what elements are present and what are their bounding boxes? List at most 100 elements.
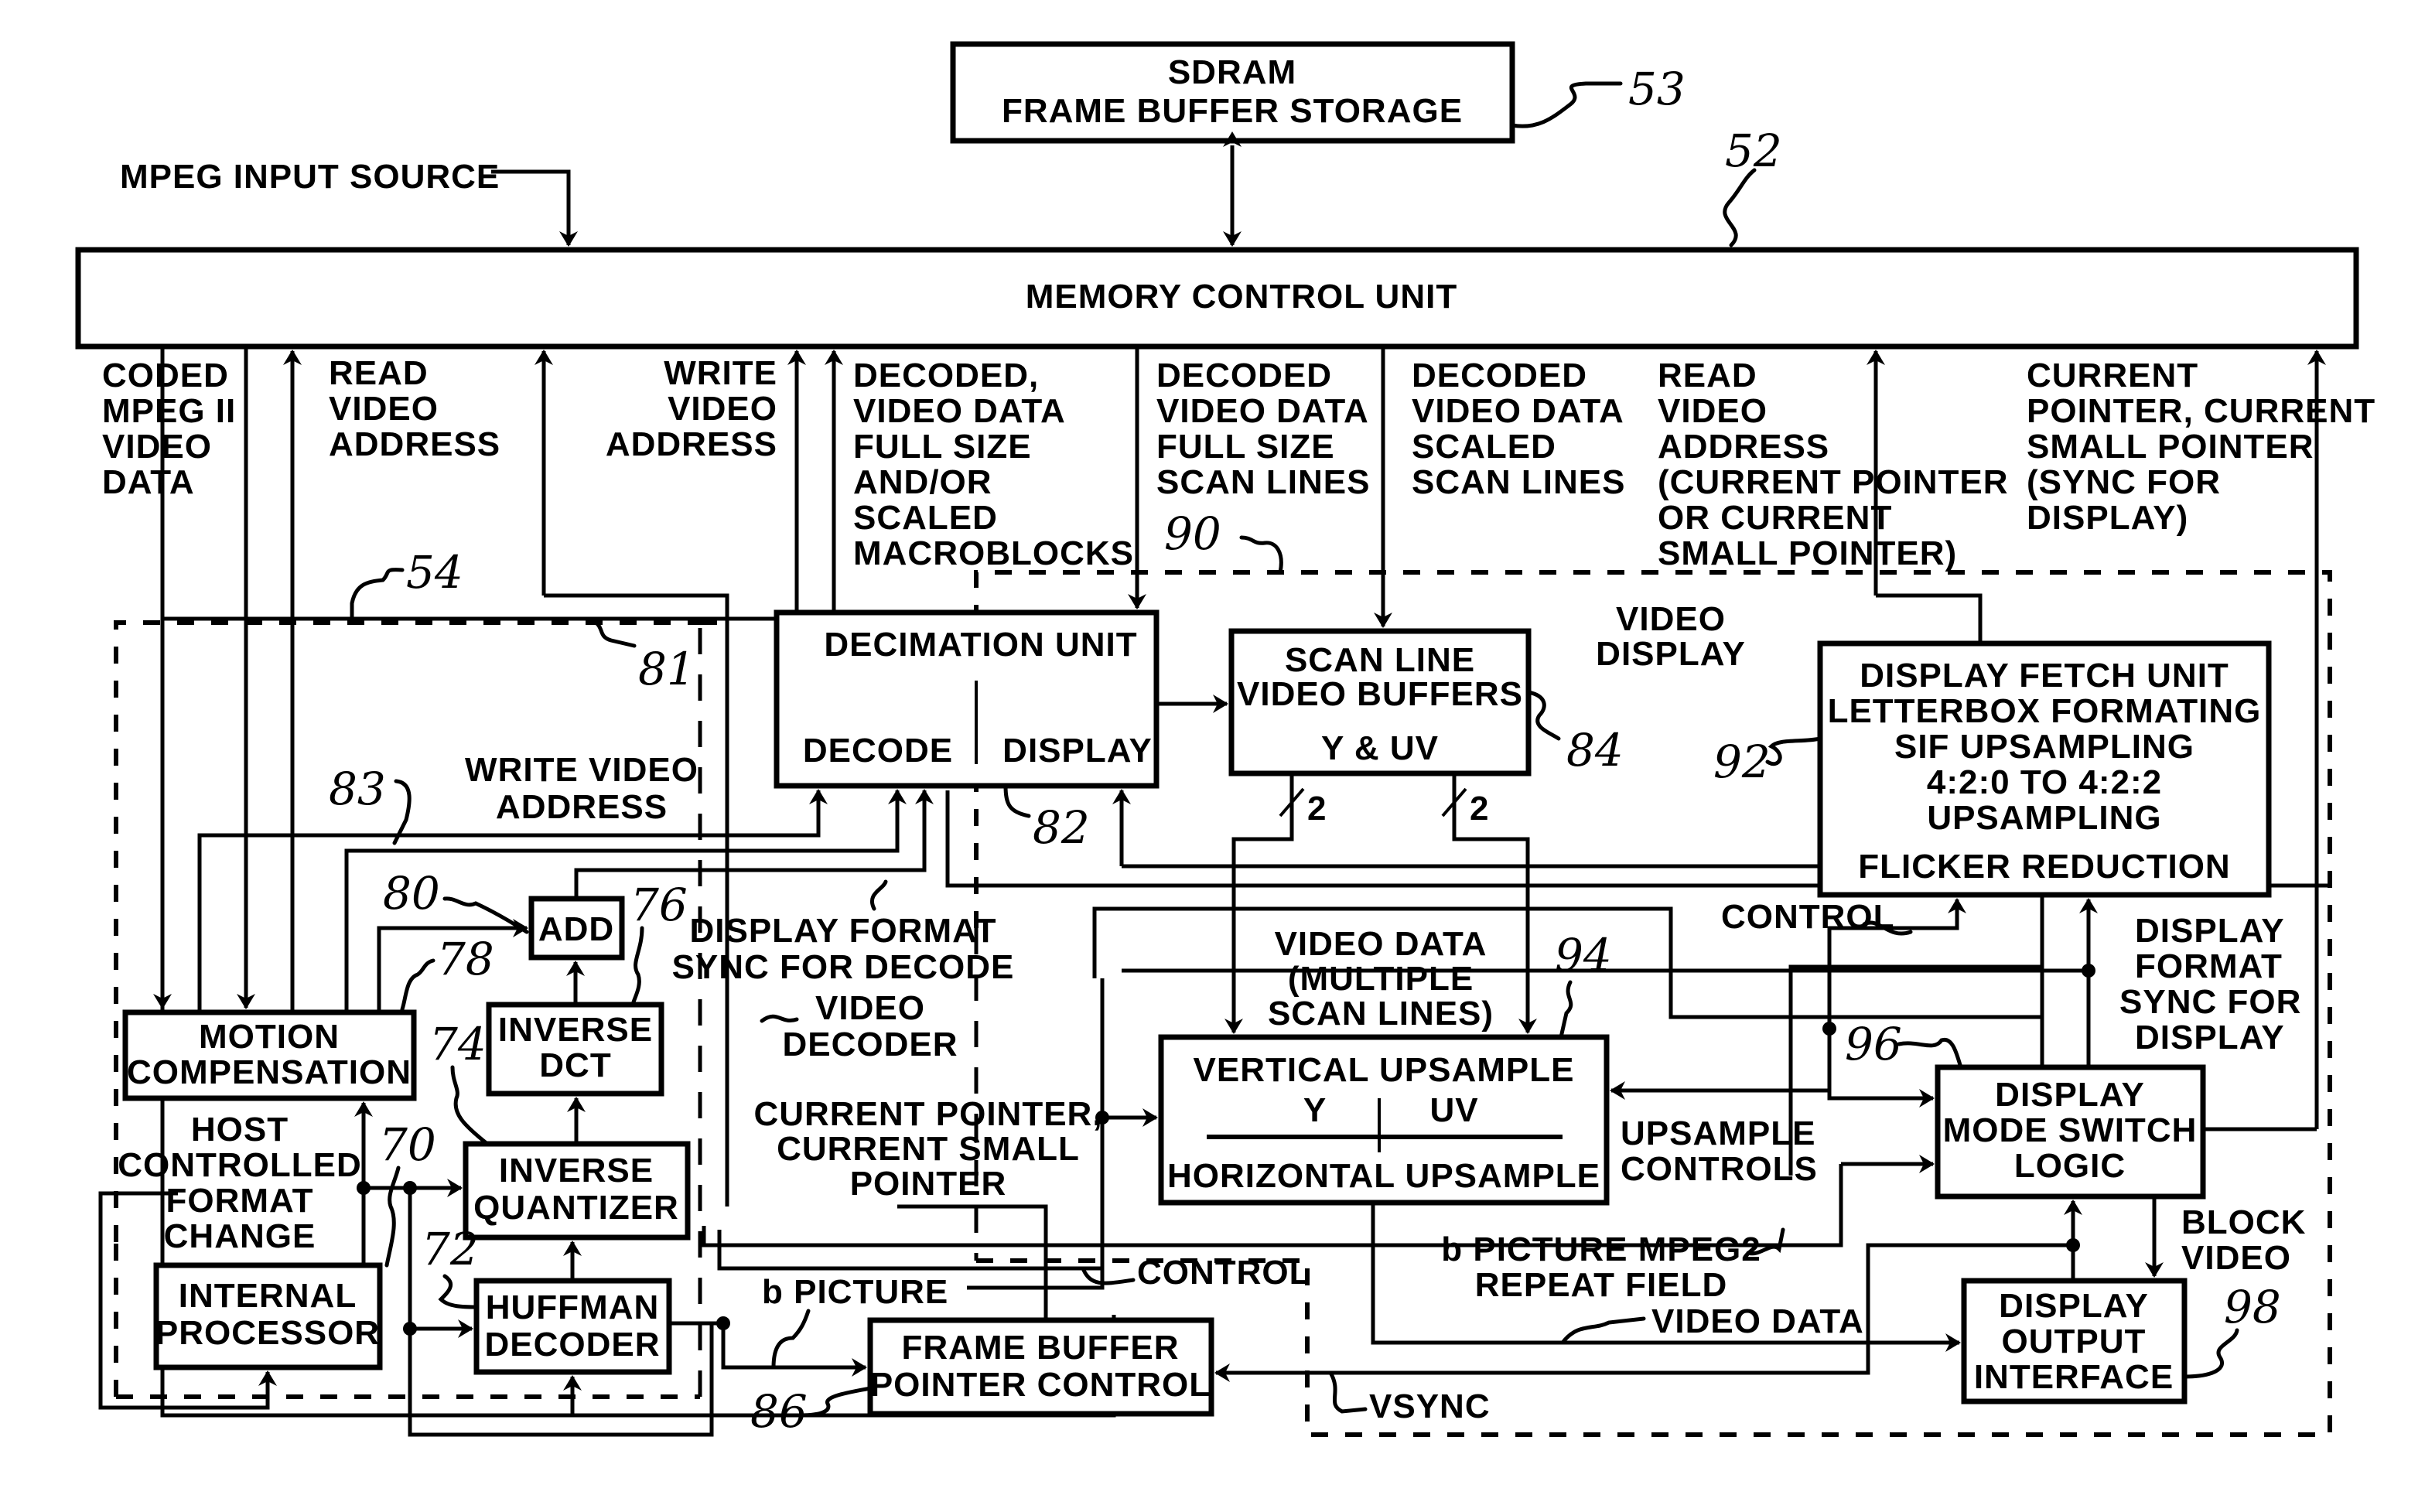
scan-line-buffers-block[interactable]: SCAN LINE VIDEO BUFFERS Y & UV <box>1228 628 1532 776</box>
b-picture-mpeg2-label: b PICTURE MPEG2 REPEAT FIELD <box>1441 1230 1761 1304</box>
display-format-sync-decode-label: DISPLAY FORMAT SYNC FOR DECODE <box>672 912 1015 986</box>
svg-text:ADDRESS: ADDRESS <box>329 425 500 463</box>
add-block[interactable]: ADD <box>528 896 625 961</box>
vsync-leader <box>1328 1370 1368 1414</box>
bus-width-2: 2 <box>1470 790 1489 828</box>
display-fetch-address-wire <box>1876 593 1983 643</box>
mode-label-3: LOGIC <box>2014 1147 2126 1185</box>
mode-label-1: DISPLAY <box>1995 1076 2145 1114</box>
sdram-block[interactable]: SDRAM FRAME BUFFER STORAGE <box>950 41 1515 144</box>
ref-90-leader <box>1239 535 1283 575</box>
coded-mpeg-label: CODED MPEG II VIDEO DATA <box>102 357 235 501</box>
mpeg-input-arrow <box>491 169 578 247</box>
fetch-label-2: LETTERBOX FORMATING <box>1828 692 2262 730</box>
internal-processor-block[interactable]: INTERNAL PROCESSOR <box>153 1262 383 1370</box>
svg-text:VIDEO: VIDEO <box>2181 1239 2291 1277</box>
control-bottom-label: CONTROL <box>1137 1254 1311 1292</box>
current-pointer-small-label: CURRENT POINTER, CURRENT SMALL POINTER <box>753 1095 1102 1203</box>
svg-text:DECODED: DECODED <box>1156 357 1332 394</box>
decoded-macroblocks-label: DECODED, VIDEO DATA FULL SIZE AND/OR SCA… <box>853 357 1134 572</box>
hupsample-title: HORIZONTAL UPSAMPLE <box>1167 1157 1600 1195</box>
fetch-label-3: SIF UPSAMPLING <box>1894 728 2194 766</box>
ip-label-1: INTERNAL <box>179 1277 357 1315</box>
display-format-sync-decode-leader <box>870 879 888 911</box>
ref-74: 74 <box>429 1018 487 1070</box>
svg-text:VIDEO DATA: VIDEO DATA <box>1412 392 1624 430</box>
ref-80: 80 <box>383 867 440 920</box>
svg-text:DISPLAY: DISPLAY <box>1596 635 1746 673</box>
svg-text:b PICTURE MPEG2: b PICTURE MPEG2 <box>1441 1230 1761 1268</box>
fetch-label-6: FLICKER REDUCTION <box>1858 848 2230 886</box>
video-data-leader <box>1560 1316 1646 1345</box>
svg-text:VIDEO: VIDEO <box>102 428 212 466</box>
frame-buffer-pointer-control-block[interactable]: FRAME BUFFER POINTER CONTROL <box>867 1317 1214 1417</box>
ref-53: 53 <box>1628 63 1686 115</box>
control-top-label: CONTROL <box>1721 898 1895 936</box>
fetch-label-1: DISPLAY FETCH UNIT <box>1860 657 2229 695</box>
ref-74-leader <box>450 1065 490 1146</box>
svg-text:SCAN LINES: SCAN LINES <box>1156 463 1370 501</box>
ref-98: 98 <box>2224 1281 2281 1333</box>
inverse-dct-block[interactable]: INVERSE DCT <box>486 1002 664 1097</box>
memory-control-unit-block[interactable]: MEMORY CONTROL UNIT <box>75 247 2359 350</box>
mc-label-1: MOTION <box>199 1018 340 1056</box>
svg-text:DISPLAY: DISPLAY <box>2135 1019 2285 1056</box>
ref-90: 90 <box>1164 507 1221 560</box>
decoded-scaled-scan-label: DECODED VIDEO DATA SCALED SCAN LINES <box>1412 357 1625 501</box>
ref-94: 94 <box>1555 929 1612 981</box>
video-data-multiple-label: VIDEO DATA (MULTIPLE SCAN LINES) <box>1268 925 1493 1032</box>
iq-label-1: INVERSE <box>499 1152 654 1189</box>
decimation-title: DECIMATION UNIT <box>824 626 1137 664</box>
ref-92-leader <box>1765 736 1822 766</box>
svg-text:HOST: HOST <box>191 1111 289 1149</box>
memory-control-label: MEMORY CONTROL UNIT <box>1026 278 1457 316</box>
svg-text:SCALED: SCALED <box>1412 428 1556 466</box>
ref-52: 52 <box>1725 125 1782 177</box>
sdram-label-2: FRAME BUFFER STORAGE <box>1002 92 1463 130</box>
svg-text:MACROBLOCKS: MACROBLOCKS <box>853 534 1134 572</box>
svg-text:WRITE VIDEO: WRITE VIDEO <box>465 751 698 789</box>
fbpc-label-2: POINTER CONTROL <box>870 1366 1211 1404</box>
ref-84-leader <box>1526 690 1561 741</box>
decimation-unit-block[interactable]: DECIMATION UNIT DECODE DISPLAY <box>774 609 1160 789</box>
video-display-label: VIDEO DISPLAY <box>1596 600 1746 673</box>
svg-text:SYNC FOR DECODE: SYNC FOR DECODE <box>672 948 1015 986</box>
vertical-upsample-block[interactable]: VERTICAL UPSAMPLE Y UV HORIZONTAL UPSAMP… <box>1158 1034 1610 1206</box>
ref-94-leader <box>1559 980 1573 1039</box>
scanbuf-label-3: Y & UV <box>1321 729 1439 767</box>
svg-text:BLOCK: BLOCK <box>2181 1203 2306 1241</box>
display-fetch-unit-block[interactable]: DISPLAY FETCH UNIT LETTERBOX FORMATING S… <box>1817 640 2272 898</box>
svg-text:SCAN LINES: SCAN LINES <box>1412 463 1625 501</box>
svg-text:DECODER: DECODER <box>782 1026 958 1063</box>
inverse-quantizer-block[interactable]: INVERSE QUANTIZER <box>463 1141 691 1241</box>
svg-text:VIDEO: VIDEO <box>1616 600 1726 638</box>
upsample-control-wire <box>1610 1081 1832 1100</box>
write-video-address-top-label: WRITE VIDEO ADDRESS <box>606 354 777 463</box>
video-decoder-leader <box>760 1014 799 1023</box>
svg-text:VIDEO: VIDEO <box>668 390 777 428</box>
ref-86-leader <box>798 1386 873 1418</box>
svg-text:WRITE: WRITE <box>664 354 777 392</box>
svg-text:CURRENT POINTER,: CURRENT POINTER, <box>753 1095 1102 1133</box>
display-mode-switch-block[interactable]: DISPLAY MODE SWITCH LOGIC <box>1935 1064 2206 1200</box>
huffman-decoder-block[interactable]: HUFFMAN DECODER <box>473 1278 672 1375</box>
svg-text:VIDEO DATA: VIDEO DATA <box>853 392 1066 430</box>
ref-96-leader <box>1897 1037 1963 1070</box>
decimation-display-label: DISPLAY <box>1002 732 1153 770</box>
svg-text:DISPLAY: DISPLAY <box>2135 912 2285 950</box>
mpeg-decoder-block-diagram: SDRAM FRAME BUFFER STORAGE 53 MEMORY CON… <box>0 0 2425 1512</box>
motion-compensation-block[interactable]: MOTION COMPENSATION <box>122 1009 417 1101</box>
idct-label-1: INVERSE <box>498 1011 653 1049</box>
svg-text:FORMAT: FORMAT <box>2135 947 2283 985</box>
write-video-address-mid-label: WRITE VIDEO ADDRESS <box>465 751 698 826</box>
svg-text:UPSAMPLE: UPSAMPLE <box>1621 1114 1815 1152</box>
add-label: ADD <box>538 910 614 948</box>
svg-text:SCALED: SCALED <box>853 499 998 537</box>
display-output-interface-block[interactable]: DISPLAY OUTPUT INTERFACE <box>1961 1278 2188 1404</box>
ref-96: 96 <box>1845 1018 1902 1070</box>
output-label-3: INTERFACE <box>1974 1358 2174 1396</box>
iq-label-2: QUANTIZER <box>473 1189 679 1227</box>
huffman-label-1: HUFFMAN <box>486 1288 660 1326</box>
decoded-full-scan-label: DECODED VIDEO DATA FULL SIZE SCAN LINES <box>1156 357 1370 501</box>
ref-72: 72 <box>422 1223 479 1275</box>
